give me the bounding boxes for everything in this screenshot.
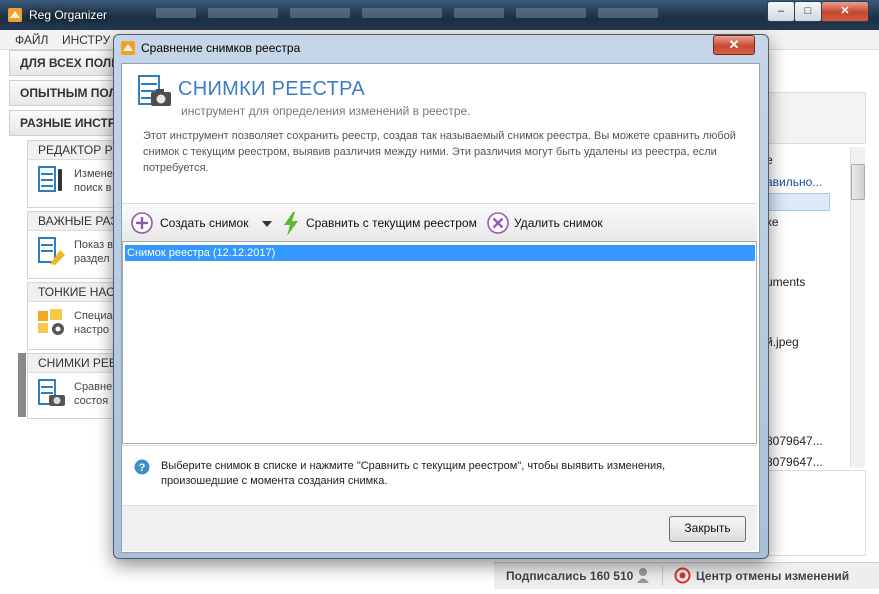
tool-card-desc-line: Измене	[74, 168, 113, 180]
right-list-row[interactable]: uments	[766, 275, 805, 289]
right-list-row[interactable]: 8079647...	[766, 455, 823, 469]
tool-card-desc-line: настро	[74, 324, 109, 336]
main-window-title: Reg Organizer	[29, 8, 108, 22]
subscribers-count: Подписались 160 510	[506, 569, 634, 583]
windows-settings-icon	[38, 309, 64, 335]
right-list-panel: е авильно... хе uments й.jpeg 8079647...…	[764, 147, 850, 469]
menu-tools[interactable]: ИНСТРУ	[62, 33, 110, 47]
delete-snapshot-button[interactable]: Удалить снимок	[486, 212, 616, 234]
right-toolbar-area	[764, 92, 866, 144]
dialog-heading: СНИМКИ РЕЕСТРА	[178, 78, 366, 100]
right-list-row[interactable]: й.jpeg	[766, 335, 799, 349]
tool-card-desc-line: Специа	[74, 310, 113, 322]
tool-card-desc-line: поиск в	[74, 182, 112, 194]
important-sections-icon	[38, 237, 65, 265]
dialog-title: Сравнение снимков реестра	[141, 41, 301, 55]
undo-center-icon	[674, 567, 691, 584]
taskbar-blur-strip	[150, 5, 710, 21]
dialog-button-bar	[122, 505, 757, 551]
delete-x-circle-icon	[487, 212, 509, 234]
dialog-intro-text: Этот инструмент позволяет сохранить реес…	[143, 130, 736, 174]
tool-card-desc-line: состоя	[74, 395, 109, 407]
dialog-subheading: инструмент для определения изменений в р…	[181, 104, 471, 118]
snapshot-list[interactable]: Снимок реестра (12.12.2017)	[122, 241, 757, 444]
registry-snapshot-icon	[138, 75, 171, 106]
snapshot-list-item[interactable]: Снимок реестра (12.12.2017)	[125, 245, 755, 261]
maximize-button[interactable]: □	[794, 1, 822, 22]
tool-card-desc-line: Сравне	[74, 381, 113, 393]
statusbar: Подписались 160 510 Центр отмены изменен…	[494, 562, 879, 589]
tool-card-desc-line: раздел	[74, 253, 110, 265]
main-titlebar: Reg Organizer – □ ✕	[0, 0, 879, 30]
right-scrollbar-thumb[interactable]	[851, 164, 865, 200]
right-list-row[interactable]: 8079647...	[766, 434, 823, 448]
right-list-row[interactable]: авильно...	[766, 175, 822, 189]
registry-editor-icon	[38, 166, 62, 192]
user-icon	[637, 568, 649, 583]
plus-circle-icon	[131, 212, 153, 234]
reg-organizer-app-icon	[8, 8, 22, 22]
right-list-selection	[764, 193, 830, 211]
chevron-down-icon[interactable]	[262, 221, 272, 227]
dialog-app-icon	[121, 41, 135, 55]
compare-with-current-button[interactable]: Сравнить с текущим реестром	[280, 212, 480, 236]
registry-snapshot-icon	[38, 379, 65, 406]
help-text: Выберите снимок в списке и нажмите "Срав…	[161, 460, 666, 487]
active-card-marker	[18, 353, 26, 417]
dialog-close-action-button[interactable]: Закрыть	[669, 516, 746, 542]
help-question-icon: ?	[134, 459, 150, 475]
tool-card-desc-line: Показ в	[74, 239, 114, 251]
minimize-button[interactable]: –	[767, 1, 795, 22]
svg-text:?: ?	[139, 462, 146, 474]
create-snapshot-button[interactable]: Создать снимок	[130, 212, 250, 234]
menu-file[interactable]: ФАЙЛ	[15, 33, 48, 47]
right-detail-pane	[764, 470, 866, 556]
lightning-icon	[284, 212, 298, 236]
dialog-close-button[interactable]: ✕	[713, 35, 755, 55]
snapshot-toolbar: Создать снимок Сравнить с текущим реестр…	[122, 203, 757, 243]
statusbar-divider	[662, 566, 663, 586]
undo-center-link[interactable]: Центр отмены изменений	[696, 569, 849, 583]
main-close-button[interactable]: ✕	[821, 1, 869, 22]
